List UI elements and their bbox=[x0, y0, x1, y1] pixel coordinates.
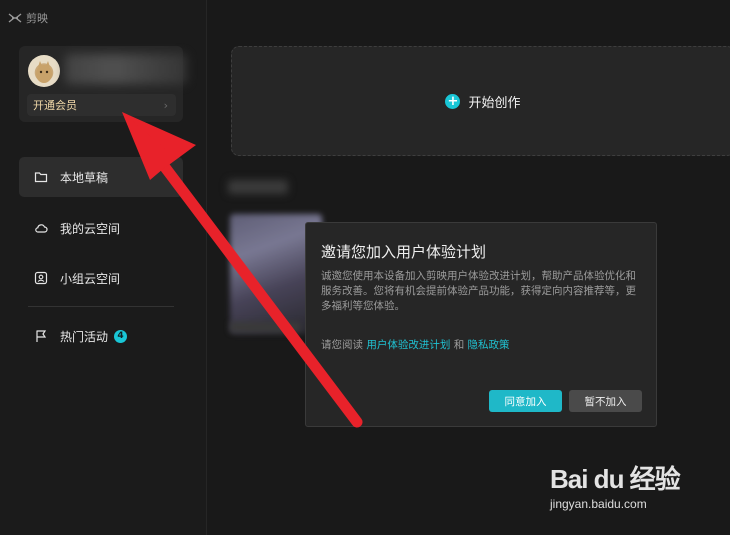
avatar[interactable] bbox=[28, 55, 60, 87]
sidebar-item-label: 我的云空间 bbox=[60, 221, 121, 236]
flag-icon bbox=[36, 330, 47, 342]
team-cloud-icon bbox=[34, 271, 48, 285]
sidebar-item-label: 小组云空间 bbox=[60, 271, 121, 286]
app-logo: 剪映 bbox=[8, 10, 48, 26]
start-creation-button[interactable]: + 开始创作 bbox=[231, 46, 730, 156]
and-text: 和 bbox=[453, 339, 465, 351]
decline-button[interactable]: 暂不加入 bbox=[569, 390, 642, 412]
experience-plan-link[interactable]: 用户体验改进计划 bbox=[366, 339, 450, 351]
vip-label: 开通会员 bbox=[33, 99, 77, 112]
dialog-title: 邀请您加入用户体验计划 bbox=[321, 243, 487, 261]
plus-icon: + bbox=[445, 93, 461, 109]
privacy-policy-link[interactable]: 隐私政策 bbox=[468, 339, 510, 351]
sidebar-item-team-cloud[interactable]: 小组云空间 bbox=[19, 258, 183, 298]
dialog-links: 请您阅读 用户体验改进计划 和 隐私政策 bbox=[321, 337, 510, 352]
avatar-character-icon bbox=[36, 61, 52, 83]
agree-button[interactable]: 同意加入 bbox=[489, 390, 562, 412]
sidebar-item-hot-events[interactable]: 热门活动 4 bbox=[19, 316, 183, 356]
chevron-right-icon: › bbox=[163, 98, 168, 112]
drafts-heading-blurred bbox=[228, 180, 288, 194]
dialog-body: 诚邀您使用本设备加入剪映用户体验改进计划，帮助产品体验优化和服务改善。您将有机会… bbox=[321, 270, 636, 312]
capcut-logo-icon bbox=[8, 13, 22, 23]
sidebar-item-my-cloud[interactable]: 我的云空间 bbox=[19, 208, 183, 248]
sidebar-divider bbox=[28, 306, 174, 307]
start-creation-label: 开始创作 bbox=[468, 95, 521, 111]
watermark-logo: Bai du 经验 bbox=[550, 464, 681, 494]
sidebar-item-local-drafts[interactable]: 本地草稿 bbox=[19, 157, 183, 197]
app-name: 剪映 bbox=[26, 12, 48, 25]
folder-icon bbox=[34, 172, 48, 183]
cloud-icon bbox=[35, 224, 48, 233]
user-card[interactable]: 开通会员 › bbox=[19, 46, 187, 122]
read-prefix: 请您阅读 bbox=[321, 339, 363, 351]
username-blurred bbox=[65, 54, 187, 84]
sidebar: 剪映 开通会员 › 本地草稿 我的云空间 小组云空间 热门活动 4 bbox=[0, 0, 207, 535]
baidu-watermark: Bai du 经验 jingyan.baidu.com bbox=[550, 459, 690, 519]
notification-badge: 4 bbox=[114, 329, 128, 343]
watermark-url: jingyan.baidu.com bbox=[550, 497, 647, 511]
draft-title-blurred bbox=[230, 322, 300, 332]
sidebar-item-label: 本地草稿 bbox=[60, 170, 109, 185]
sidebar-item-label: 热门活动 bbox=[60, 329, 109, 344]
vip-button[interactable]: 开通会员 › bbox=[27, 94, 176, 116]
experience-plan-dialog: 邀请您加入用户体验计划 诚邀您使用本设备加入剪映用户体验改进计划，帮助产品体验优… bbox=[305, 222, 657, 427]
